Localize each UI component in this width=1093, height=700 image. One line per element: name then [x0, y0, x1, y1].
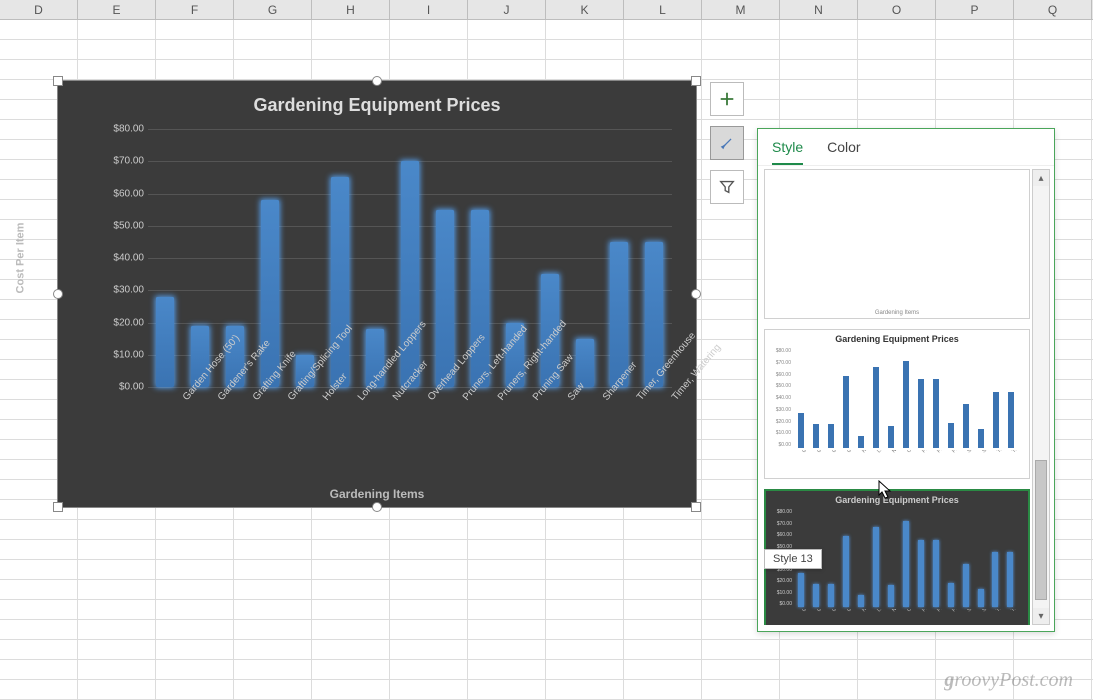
x-tick-label: Nutcracker: [391, 396, 463, 456]
y-axis-title[interactable]: Cost Per Item: [14, 223, 26, 294]
style-list[interactable]: Gardening Items Gardening Equipment Pric…: [764, 169, 1030, 625]
y-tick-label: $80.00: [113, 124, 144, 135]
col-header[interactable]: D: [0, 0, 78, 19]
x-tick-label: Grafting Knife: [251, 396, 323, 456]
resize-handle[interactable]: [372, 76, 382, 86]
col-header[interactable]: O: [858, 0, 936, 19]
style-thumbnail[interactable]: Gardening Items: [764, 169, 1030, 319]
scroll-up-arrow[interactable]: ▴: [1033, 170, 1049, 186]
col-header[interactable]: J: [468, 0, 546, 19]
y-tick-label: $50.00: [113, 220, 144, 231]
bar: [156, 297, 174, 387]
y-axis: Cost Per Item var _yt = ["$80.00","$70.0…: [88, 129, 148, 387]
col-header[interactable]: Q: [1014, 0, 1092, 19]
col-header[interactable]: I: [390, 0, 468, 19]
x-tick-label: Sharpener: [600, 396, 672, 456]
chart-styles-panel: Style Color Gardening Items Gardening Eq…: [757, 128, 1055, 632]
x-tick-label: Timer, Greenhouse: [635, 396, 707, 456]
x-tick-label: Overhead Loppers: [426, 396, 498, 456]
y-tick-label: $60.00: [113, 188, 144, 199]
resize-handle[interactable]: [53, 76, 63, 86]
y-tick-label: $70.00: [113, 156, 144, 167]
bar: [471, 210, 489, 387]
x-tick-label: Grafting/Splicing Tool: [286, 396, 358, 456]
x-tick-label: Saw: [566, 396, 638, 456]
resize-handle[interactable]: [691, 289, 701, 299]
panel-scrollbar[interactable]: ▴ ▾: [1032, 169, 1050, 625]
funnel-icon: [718, 178, 736, 196]
col-header[interactable]: G: [234, 0, 312, 19]
x-axis-title[interactable]: Gardening Items: [58, 487, 696, 501]
resize-handle[interactable]: [53, 502, 63, 512]
bar: [576, 339, 594, 387]
thumb-title: Gardening Equipment Prices: [766, 491, 1028, 509]
style-tooltip: Style 13: [764, 549, 822, 569]
tab-color[interactable]: Color: [827, 139, 860, 165]
y-tick-label: $30.00: [113, 285, 144, 296]
x-tick-label: Pruners, Right-handed: [496, 396, 568, 456]
resize-handle[interactable]: [53, 289, 63, 299]
chart-filters-button[interactable]: [710, 170, 744, 204]
col-header[interactable]: H: [312, 0, 390, 19]
watermark: groovyPost.com: [944, 669, 1073, 692]
tab-style[interactable]: Style: [772, 139, 803, 165]
bar: [436, 210, 454, 387]
col-header[interactable]: L: [624, 0, 702, 19]
column-headers: D E F G H I J K L M N O P Q: [0, 0, 1093, 20]
x-tick-label: Pruning Saw: [531, 396, 603, 456]
scroll-thumb[interactable]: [1035, 460, 1047, 600]
y-tick-label: $0.00: [119, 382, 144, 393]
chart-object[interactable]: Gardening Equipment Prices Cost Per Item…: [57, 80, 697, 508]
col-header[interactable]: N: [780, 0, 858, 19]
bar: [261, 200, 279, 387]
x-tick-label: Gardener's Rake: [216, 396, 288, 456]
y-tick-label: $20.00: [113, 317, 144, 328]
y-tick-label: $10.00: [113, 349, 144, 360]
col-header[interactable]: P: [936, 0, 1014, 19]
col-header[interactable]: F: [156, 0, 234, 19]
resize-handle[interactable]: [691, 76, 701, 86]
scroll-down-arrow[interactable]: ▾: [1033, 608, 1049, 624]
x-tick-label: Garden Hose (50'): [181, 396, 253, 456]
x-tick-label: Holster: [321, 396, 393, 456]
chart-title[interactable]: Gardening Equipment Prices: [58, 81, 696, 122]
col-header[interactable]: E: [78, 0, 156, 19]
chart-elements-button[interactable]: [710, 82, 744, 116]
x-axis-labels: Garden Hose (50')Gardener's RakeGrafting…: [148, 387, 672, 481]
style-thumbnail[interactable]: Gardening Equipment Prices $80.00$70.00$…: [764, 329, 1030, 479]
resize-handle[interactable]: [691, 502, 701, 512]
col-header[interactable]: K: [546, 0, 624, 19]
chart-styles-button[interactable]: [710, 126, 744, 160]
y-tick-label: $40.00: [113, 253, 144, 264]
plus-icon: [718, 90, 736, 108]
x-tick-label: Pruners, Left-handed: [461, 396, 533, 456]
brush-icon: [718, 134, 736, 152]
resize-handle[interactable]: [372, 502, 382, 512]
col-header[interactable]: M: [702, 0, 780, 19]
thumb-title: Gardening Equipment Prices: [765, 330, 1029, 348]
x-tick-label: Long-handled Loppers: [356, 396, 428, 456]
